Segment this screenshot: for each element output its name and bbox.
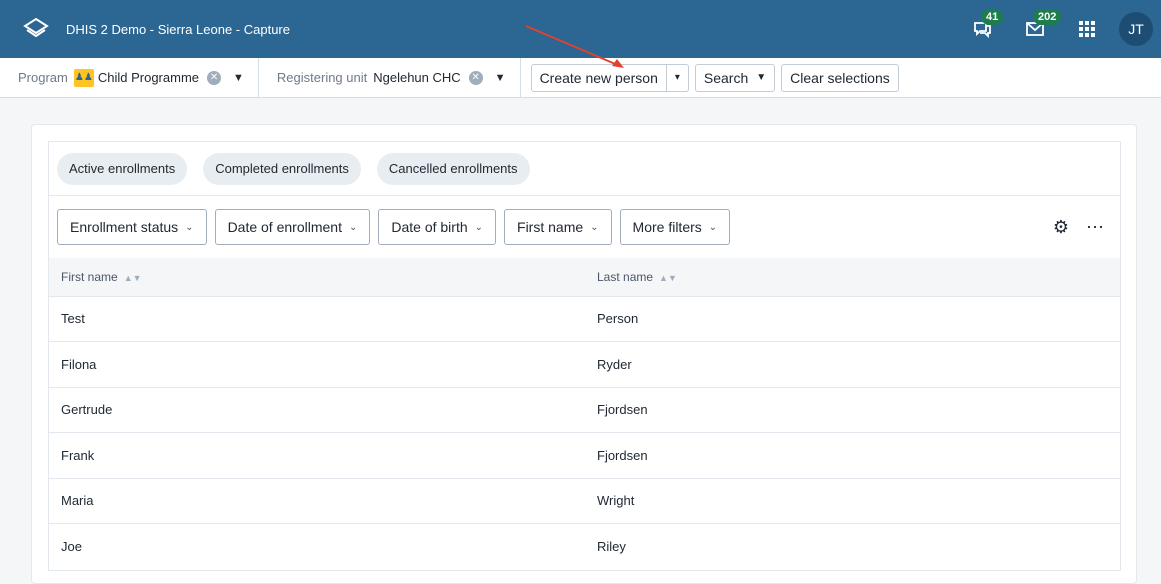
org-unit-selector[interactable]: Registering unit Ngelehun CHC ✕ ▼	[259, 58, 521, 97]
working-list-tabs: Active enrollments Completed enrollments…	[49, 142, 1120, 196]
gear-icon[interactable]: ⚙	[1050, 216, 1072, 238]
child-program-icon: ♟♟	[73, 68, 94, 87]
chevron-down-icon: ▼	[756, 72, 767, 83]
column-label: First name	[61, 269, 118, 284]
filter-bar: Enrollment status ⌄ Date of enrollment ⌄ D…	[49, 196, 1120, 258]
sort-icon: ▲▼	[123, 272, 142, 283]
org-unit-value: Ngelehun CHC	[373, 70, 461, 85]
chevron-down-icon: ⌄	[185, 221, 194, 233]
cell-first-name: Filona	[61, 356, 97, 372]
tracked-entities-table: First name ▲▼ Last name ▲▼ Test Person Filo…	[49, 258, 1120, 569]
filter-date-of-enrollment[interactable]: Date of enrollment ⌄	[214, 209, 371, 245]
interpretations-button[interactable]: 41	[965, 9, 1004, 47]
filter-label: More filters	[632, 219, 702, 235]
table-row[interactable]: Joe Riley	[49, 523, 1120, 570]
app-title: DHIS 2 Demo - Sierra Leone - Capture	[66, 21, 290, 37]
clear-org-unit-icon[interactable]: ✕	[468, 70, 483, 85]
program-label: Program	[18, 70, 68, 85]
filter-label: Date of enrollment	[227, 219, 342, 235]
org-unit-label: Registering unit	[276, 70, 368, 85]
cell-last-name: Person	[597, 311, 639, 327]
chip-active-enrollments[interactable]: Active enrollments	[57, 152, 188, 185]
user-avatar[interactable]: JT	[1119, 12, 1153, 46]
chevron-down-icon: ⌄	[348, 221, 358, 233]
chevron-down-icon: ⌄	[474, 221, 484, 233]
clear-selections-button[interactable]: Clear selections	[781, 63, 899, 92]
search-button[interactable]: Search ▼	[694, 63, 776, 92]
sort-icon: ▲▼	[659, 272, 677, 283]
column-label: Last name	[597, 269, 654, 284]
create-new-split-button: Create new person ▾	[530, 63, 689, 92]
cell-last-name: Fjordsen	[597, 447, 648, 463]
table-row[interactable]: Frank Fjordsen	[49, 432, 1120, 479]
interpretations-count-badge: 41	[981, 9, 1004, 25]
working-list-panel: Active enrollments Completed enrollments…	[48, 141, 1121, 571]
app-header: DHIS 2 Demo - Sierra Leone - Capture 41 …	[0, 0, 1161, 58]
filter-first-name[interactable]: First name ⌄	[504, 209, 612, 245]
filter-more-filters[interactable]: More filters ⌄	[619, 209, 731, 245]
dhis2-logo-icon[interactable]	[12, 5, 60, 53]
table-row[interactable]: Gertrude Fjordsen	[49, 387, 1120, 433]
cell-first-name: Frank	[61, 447, 95, 463]
table-header-row: First name ▲▼ Last name ▲▼	[49, 258, 1120, 296]
apps-menu-button[interactable]	[1069, 11, 1105, 47]
table-row[interactable]: Maria Wright	[49, 478, 1120, 524]
filter-label: Date of birth	[391, 219, 468, 235]
cell-last-name: Fjordsen	[597, 402, 648, 418]
table-row[interactable]: Test Person	[49, 296, 1120, 342]
filter-label: Enrollment status	[70, 219, 179, 235]
create-new-person-button[interactable]: Create new person	[530, 63, 667, 92]
context-selector-bar: Program ♟♟ Child Programme ✕ ▼ Registeri…	[0, 58, 1161, 98]
cell-first-name: Joe	[61, 539, 82, 554]
list-tools: ⚙ ⋯	[1038, 216, 1106, 238]
column-header-first-name[interactable]: First name ▲▼	[49, 258, 585, 296]
clear-program-icon[interactable]: ✕	[207, 70, 222, 85]
column-header-last-name[interactable]: Last name ▲▼	[585, 258, 1120, 296]
create-options-chevron-icon[interactable]: ▾	[666, 63, 689, 92]
program-selector[interactable]: Program ♟♟ Child Programme ✕ ▼	[0, 58, 259, 97]
more-options-icon[interactable]: ⋯	[1084, 216, 1106, 238]
table-row[interactable]: Filona Ryder	[49, 341, 1120, 388]
chevron-down-icon: ⌄	[708, 221, 718, 233]
filter-label: First name	[517, 219, 584, 235]
chip-completed-enrollments[interactable]: Completed enrollments	[203, 152, 361, 185]
chevron-down-icon[interactable]: ▼	[233, 72, 244, 84]
search-button-label: Search	[703, 69, 749, 86]
cell-first-name: Test	[61, 311, 85, 327]
program-value: Child Programme	[97, 70, 200, 85]
chevron-down-icon: ⌄	[590, 221, 599, 233]
cell-last-name: Ryder	[597, 356, 632, 372]
cell-first-name: Gertrude	[61, 402, 113, 418]
working-list-card: Active enrollments Completed enrollments…	[31, 124, 1137, 584]
filter-date-of-birth[interactable]: Date of birth ⌄	[378, 209, 497, 245]
cell-first-name: Maria	[61, 493, 94, 509]
messages-count-badge: 202	[1033, 9, 1062, 25]
apps-grid-icon	[1079, 21, 1095, 37]
chip-cancelled-enrollments[interactable]: Cancelled enrollments	[376, 152, 530, 185]
cell-last-name: Wright	[597, 493, 635, 509]
chevron-down-icon[interactable]: ▼	[495, 72, 506, 84]
filter-enrollment-status[interactable]: Enrollment status ⌄	[57, 209, 207, 245]
cell-last-name: Riley	[597, 539, 626, 554]
messages-button[interactable]: 202	[1017, 9, 1062, 47]
